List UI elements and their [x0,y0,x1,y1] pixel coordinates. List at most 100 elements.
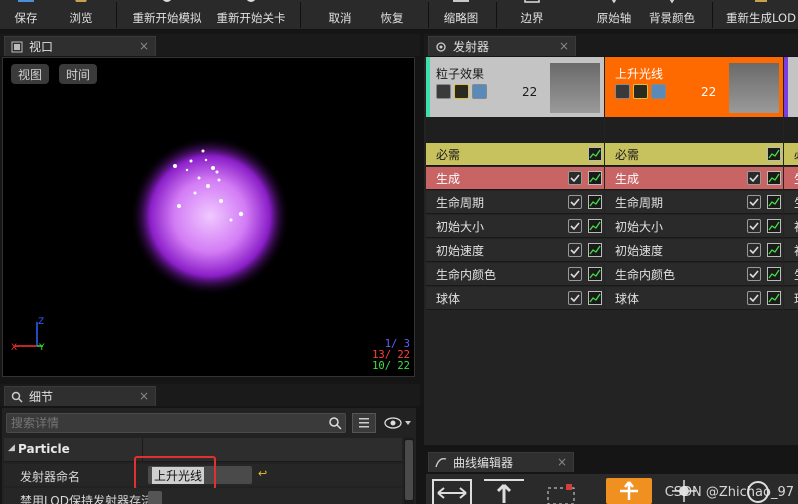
toolbar-divider [712,2,713,28]
search-input[interactable] [7,414,345,432]
reset-arrow-icon[interactable]: ↩ [258,467,267,480]
curve-graph-icon[interactable] [588,171,602,185]
module-enable-checkbox[interactable] [568,171,582,185]
module-label: 生命内颜色 [436,267,497,282]
visibility-button[interactable] [382,413,414,433]
solo-icon[interactable] [472,84,487,99]
module-label: 初始大小 [794,218,798,235]
pan-button[interactable] [544,482,580,504]
emitter-header[interactable] [784,57,798,117]
close-icon[interactable]: × [559,39,569,53]
curve-graph-icon[interactable] [588,267,602,281]
close-icon[interactable]: × [557,455,567,469]
curve-graph-icon[interactable] [767,171,781,185]
module-row[interactable]: 必需 [426,143,604,166]
module-enable-checkbox[interactable] [747,219,761,233]
curve-graph-icon[interactable] [588,291,602,305]
background-color-button[interactable]: 背景颜色 [646,0,698,30]
render-mode-icon[interactable] [454,84,469,99]
module-row[interactable]: 初始速度 [426,239,604,262]
module-row[interactable]: 必需 [784,143,798,166]
bounds-button[interactable]: 边界 [512,0,552,30]
curve-editor-tab-label: 曲线编辑器 [453,456,514,470]
module-enable-checkbox[interactable] [568,243,582,257]
module-enable-checkbox[interactable] [568,267,582,281]
restart-sim-button[interactable]: 重新开始模拟 [128,0,206,30]
emitters-tab-label: 发射器 [453,40,490,54]
module-enable-checkbox[interactable] [568,291,582,305]
fit-horizontal-button[interactable] [432,479,472,504]
module-row[interactable]: 球体 [426,287,604,310]
close-icon[interactable]: × [139,39,149,53]
curve-graph-icon[interactable] [588,243,602,257]
restart-level-button[interactable]: 重新开始关卡 [212,0,290,30]
scrollbar[interactable] [404,438,414,504]
module-row[interactable]: 球体 [605,287,783,310]
enable-checkbox[interactable] [615,84,630,99]
module-row[interactable]: 生命周期 [784,191,798,214]
search-details [6,413,346,433]
module-row[interactable]: 初始速度 [605,239,783,262]
module-row[interactable]: 生成 [426,167,604,190]
module-row[interactable]: 初始大小 [784,215,798,238]
module-row[interactable]: 初始大小 [426,215,604,238]
module-row[interactable]: 生成 [605,167,783,190]
curve-graph-icon[interactable] [588,219,602,233]
origin-axis-button[interactable]: 原始轴 [592,0,636,30]
curve-graph-icon[interactable] [767,243,781,257]
tab-emitters[interactable]: 发射器 × [428,36,576,56]
checkbox[interactable] [148,491,162,504]
curve-graph-icon[interactable] [588,147,602,161]
module-enable-checkbox[interactable] [747,267,761,281]
module-row[interactable]: 生命周期 [426,191,604,214]
emitter-column[interactable]: 粒子效果 22 必需 生成生命周期初始大小 初始速度生命内颜色球体 [426,57,604,445]
enable-checkbox[interactable] [436,84,451,99]
tab-viewport[interactable]: 视口 × [4,36,156,56]
module-enable-checkbox[interactable] [568,195,582,209]
curve-graph-icon[interactable] [588,195,602,209]
module-enable-checkbox[interactable] [747,195,761,209]
module-label: 生命内颜色 [615,267,676,282]
scrollbar-thumb[interactable] [405,440,413,500]
module-row[interactable]: 生成 [784,167,798,190]
curve-graph-icon[interactable] [767,147,781,161]
viewport[interactable]: 视图 时间 X Z Y 1/ 3 13/ 22 10/ 22 [2,57,415,377]
module-row[interactable]: 生命周期 [605,191,783,214]
regenerate-lod-button[interactable]: 重新生成LOD [724,0,798,30]
solo-icon[interactable] [651,84,666,99]
module-row[interactable]: 生命内颜色 [426,263,604,286]
grid-view-button[interactable] [352,413,376,433]
module-row[interactable]: 初始速度 [784,239,798,262]
module-label: 初始大小 [615,219,664,234]
curve-graph-icon[interactable] [767,291,781,305]
module-row[interactable]: 初始大小 [605,215,783,238]
tab-details[interactable]: 细节 × [4,386,156,406]
tab-curve-editor[interactable]: 曲线编辑器 × [428,452,574,472]
search-icon[interactable] [328,416,342,430]
curve-graph-icon[interactable] [767,219,781,233]
curve-graph-icon[interactable] [767,267,781,281]
module-row[interactable]: 生命内颜色 [784,263,798,286]
zoom-button[interactable] [606,478,652,504]
save-button[interactable]: 保存 [4,0,48,30]
emitter-header[interactable]: 粒子效果 22 [426,57,604,117]
module-row[interactable]: 必需 [605,143,783,166]
close-icon[interactable]: × [139,389,149,403]
module-enable-checkbox[interactable] [568,219,582,233]
module-row[interactable]: 球体 [784,287,798,310]
fit-vertical-button[interactable] [484,479,524,504]
browse-button[interactable]: 浏览 [56,0,106,30]
curve-graph-icon[interactable] [767,195,781,209]
thumbnail-button[interactable]: 缩略图 [436,0,486,30]
render-mode-icon[interactable] [633,84,648,99]
module-enable-checkbox[interactable] [747,291,761,305]
module-enable-checkbox[interactable] [747,243,761,257]
emitter-column[interactable]: 必需生成生命周期初始大小初始速度生命内颜色球体 [784,57,798,445]
undo-button[interactable]: 取消 [320,0,360,30]
module-label: 生命周期 [436,195,485,210]
module-row[interactable]: 生命内颜色 [605,263,783,286]
redo-button[interactable]: 恢复 [372,0,412,30]
emitter-column[interactable]: 上升光线 22 必需 生成 生命周期初始大小初始速度生命内颜色球体 [605,57,783,445]
emitter-header[interactable]: 上升光线 22 [605,57,783,117]
module-enable-checkbox[interactable] [747,171,761,185]
